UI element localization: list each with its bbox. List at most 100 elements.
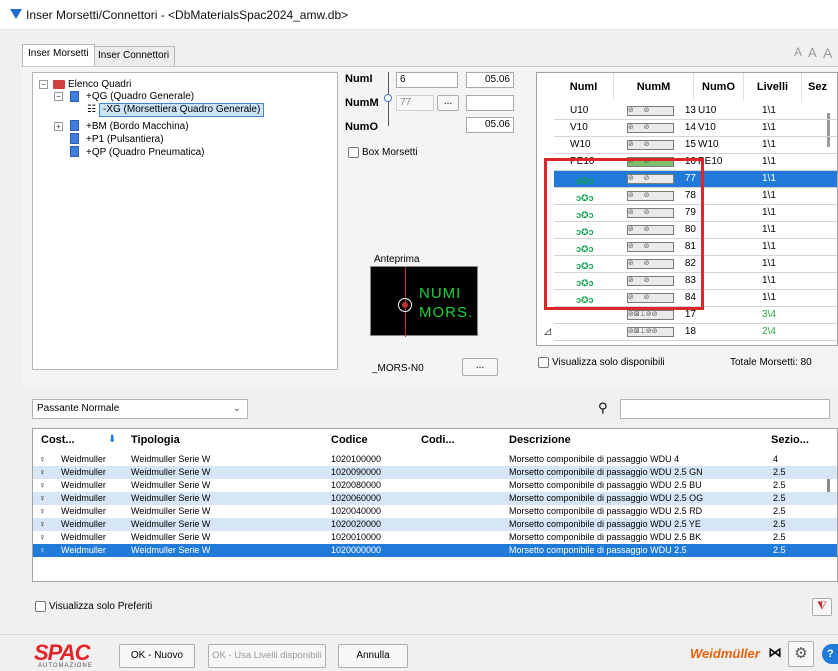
grid-header-numo[interactable]: NumO [694,73,744,101]
expand-icon[interactable]: + [54,122,63,131]
favorite-pin-icon[interactable]: ♀ [39,531,46,544]
gear-icon[interactable]: ⚙ [788,641,814,667]
favorite-pin-icon[interactable]: ♀ [39,518,46,531]
tipo-morsetto-dropdown[interactable]: Passante Normale ⌄ [32,399,248,419]
favorite-pin-icon[interactable]: ♀ [39,466,46,479]
cell-costruttore: Weidmuller [61,545,106,555]
collapse-icon[interactable]: − [54,92,63,101]
tree-node-xg[interactable]: -XG (Morsettiera Quadro Generale) [99,103,265,117]
grid-header-livelli[interactable]: Livelli [744,73,802,101]
table-row[interactable]: ♀ Weidmuller Weidmuller Serie W 1020060000 M… [33,492,837,505]
visualizza-preferiti-checkbox[interactable] [35,601,46,612]
font-small-button[interactable]: A [794,45,802,59]
cell-numi: U10 [570,105,589,116]
table-row[interactable]: ♀ Weidmuller Weidmuller Serie W 1020080000 M… [33,479,837,492]
numm-input[interactable]: 77 [396,95,434,111]
cell-sezione: 4 [773,454,779,464]
col-header-tipologia[interactable]: Tipologia [131,429,180,451]
col-header-codi[interactable]: Codi... [421,429,455,451]
ok-usa-livelli-button[interactable]: OK - Usa Livelli disponibili [208,644,326,668]
favorite-pin-icon[interactable]: ♀ [39,505,46,518]
tab-inser-connettori[interactable]: Inser Connettori [92,46,176,66]
panel-icon [70,146,79,157]
annulla-button[interactable]: Annulla [338,644,408,668]
highlight-rectangle [544,158,704,310]
title-bar: Inser Morsetti/Connettori - <DbMaterials… [0,0,838,30]
quadri-tree[interactable]: − Elenco Quadri − +QG (Quadro Generale) … [32,72,338,370]
favorite-pin-icon[interactable]: ♀ [39,453,46,466]
cell-numo [698,188,748,204]
terminal-glyph-icon: ⊘⊠⊥⊘⊘ [627,327,674,337]
preview-browse-button[interactable]: ... [462,358,498,376]
terminal-glyph-icon: ⊘⊠⊥⊘⊘ [627,310,674,320]
table-row[interactable]: ♀ Weidmuller Weidmuller Serie W 1020020000 M… [33,518,837,531]
cell-descrizione: Morsetto componibile di passaggio WDU 2.… [509,519,701,529]
spac-logo-sub: AUTOMAZIONE [38,663,93,669]
numm-browse-button[interactable]: ... [437,95,459,111]
box-morsetti-checkbox[interactable] [348,147,359,158]
preview-name: _MORS-N0 [372,363,424,374]
favorite-pin-icon[interactable]: ♀ [39,479,46,492]
cell-tipologia: Weidmuller Serie W [131,493,211,503]
footer-bar: SPAC AUTOMAZIONE OK - Nuovo OK - Usa Liv… [0,634,838,671]
binoculars-icon[interactable]: ⚲ [598,400,608,416]
cell-numo [698,273,748,289]
visualizza-disponibili-label: Visualizza solo disponibili [552,357,665,368]
tree-node-qp[interactable]: +QP (Quadro Pneumatica) [86,146,205,159]
panel-icon [70,133,79,144]
filter-icon[interactable]: ⧨ [812,598,832,616]
font-medium-button[interactable]: A [808,45,817,60]
cell-sezione: 2.5 [773,519,786,529]
collapse-icon[interactable]: − [39,80,48,89]
table-row[interactable]: ♀ Weidmuller Weidmuller Serie W 1020100000 M… [33,453,837,466]
col-header-descrizione[interactable]: Descrizione [509,429,571,451]
tree-node-bm[interactable]: +BM (Bordo Macchina) [86,120,189,133]
sort-down-icon[interactable]: ⬇ [108,429,116,451]
table-row[interactable]: ♀ Weidmuller Weidmuller Serie W 1020010000 M… [33,531,837,544]
col-header-sezione[interactable]: Sezio... [771,429,809,451]
numi-input[interactable]: 6 [396,72,458,88]
articles-table[interactable]: Cost... ⬇ Tipologia Codice Codi... Descr… [32,428,838,582]
panel-icon [70,120,79,131]
col-header-codice[interactable]: Codice [331,429,368,451]
cell-livelli: 1\1 [762,105,776,116]
grid-row[interactable]: ⊘⊠⊥⊘⊘ 18 2\4 [554,324,837,341]
cell-costruttore: Weidmuller [61,480,106,490]
visualizza-disponibili-checkbox[interactable] [538,357,549,368]
font-large-button[interactable]: A [823,45,832,61]
search-input[interactable] [620,399,830,419]
cell-codice: 1020100000 [331,454,382,464]
cell-livelli: 1\1 [762,207,776,218]
grid-header-numi[interactable]: NumI [554,73,614,101]
cell-tipologia: Weidmuller Serie W [131,532,211,542]
table-row[interactable]: ♀ Weidmuller Weidmuller Serie W 1020090000 M… [33,466,837,479]
favorite-pin-icon[interactable]: ♀ [39,544,46,557]
folder-icon [53,80,65,89]
cell-sezione: 2.5 [773,467,786,477]
table-row[interactable]: ♀ Weidmuller Weidmuller Serie W 1020040000 M… [33,505,837,518]
tree-node-qg[interactable]: +QG (Quadro Generale) [86,90,194,103]
tree-node-p1[interactable]: +P1 (Pulsantiera) [86,133,164,146]
cell-livelli: 1\1 [762,173,776,184]
table-row[interactable]: ♀ Weidmuller Weidmuller Serie W 1020000000 M… [33,544,837,557]
cell-tipologia: Weidmuller Serie W [131,454,211,464]
cell-descrizione: Morsetto componibile di passaggio WDU 2.… [509,506,703,516]
grid-row[interactable]: U10 ⊘ ⊘ 13 U10 1\1 [554,103,837,120]
cell-costruttore: Weidmuller [61,519,106,529]
grid-row[interactable]: V10 ⊘ ⊘ 14 V10 1\1 [554,120,837,137]
grid-header-numm[interactable]: NumM [614,73,694,101]
cell-codice: 1020010000 [331,532,382,542]
grid-header-sez[interactable]: Sez [802,73,837,101]
tab-inser-morsetti[interactable]: Inser Morsetti [22,44,95,66]
grid-corner-icon: ◿ [544,326,551,336]
totale-morsetti: Totale Morsetti: 80 [730,357,812,368]
cell-livelli: 1\1 [762,258,776,269]
favorite-pin-icon[interactable]: ♀ [39,492,46,505]
cell-numi: V10 [570,122,588,133]
ok-nuovo-button[interactable]: OK - Nuovo [119,644,195,668]
cell-tipologia: Weidmuller Serie W [131,467,211,477]
help-icon[interactable]: ? [822,644,838,664]
grid-row[interactable]: W10 ⊘ ⊘ 15 W10 1\1 [554,137,837,154]
cell-livelli: 1\1 [762,190,776,201]
col-header-cost[interactable]: Cost... [41,429,75,451]
